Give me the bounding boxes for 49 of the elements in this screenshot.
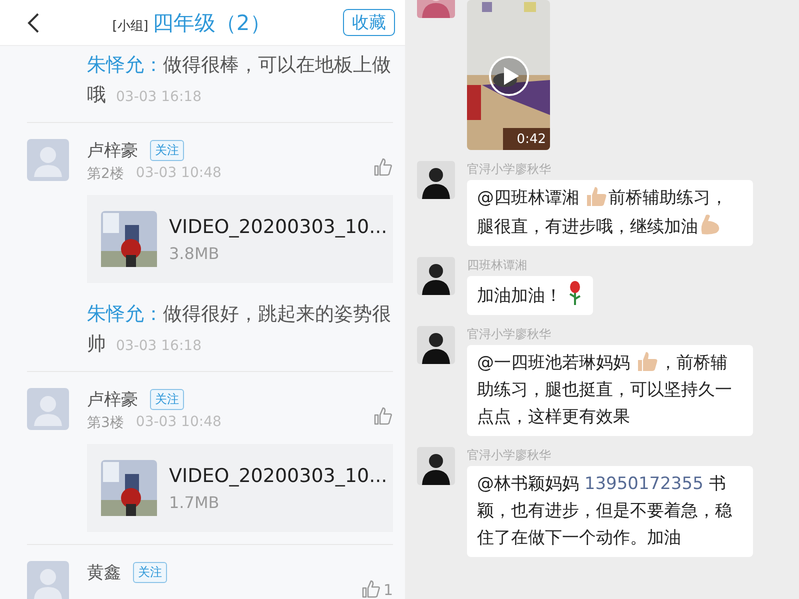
reply-text: 朱怿允：做得很好，跳起来的姿势很帅 03-03 16:18: [87, 302, 392, 357]
play-icon[interactable]: [488, 55, 530, 97]
user-name[interactable]: 卢梓豪: [87, 388, 138, 411]
file-name: VIDEO_20200303_10...: [169, 216, 388, 238]
message-bubble: @四班林谭湘 前桥辅助练习，腿很直，有进步哦，继续加油: [467, 180, 753, 246]
avatar-icon[interactable]: [417, 257, 455, 295]
file-name: VIDEO_20200303_10...: [169, 464, 388, 486]
user-name[interactable]: 卢梓豪: [87, 139, 138, 162]
video-attachment[interactable]: VIDEO_20200303_10... 3.8MB: [87, 195, 393, 283]
post-time: 03-03 10:48: [136, 414, 222, 432]
reply-author[interactable]: 朱怿允：: [87, 54, 163, 76]
floor-number: 第3楼: [87, 414, 124, 432]
avatar-icon[interactable]: [417, 326, 455, 364]
phone-link[interactable]: 13950172355: [584, 474, 704, 494]
sender-name: 官浔小学廖秋华: [467, 161, 552, 178]
avatar-icon[interactable]: [417, 447, 455, 485]
file-size: 3.8MB: [169, 244, 220, 262]
follow-button[interactable]: 关注: [150, 140, 184, 161]
favorite-button[interactable]: 收藏: [343, 9, 395, 36]
avatar-icon[interactable]: [417, 161, 455, 199]
message-bubble: 加油加油！: [467, 276, 594, 315]
group-title: 四年级（2）: [152, 10, 271, 36]
post-time: 03-03 10:48: [136, 165, 222, 183]
message-bubble: @一四班池若琳妈妈 ，前桥辅助练习，腿也挺直，可以坚持久一点点，这样更有效果: [467, 345, 753, 436]
reply-author[interactable]: 朱怿允：: [87, 303, 163, 325]
follow-button[interactable]: 关注: [133, 562, 167, 583]
rose-icon: [567, 281, 584, 305]
floor-number: 第2楼: [87, 165, 124, 183]
reply-time: 03-03 16:18: [116, 89, 202, 105]
video-duration: 0:42: [516, 132, 546, 147]
group-tag: [小组]: [112, 16, 148, 34]
reply-text: 朱怿允：做得很棒，可以在地板上做哦 03-03 16:18: [87, 53, 392, 108]
file-size: 1.7MB: [169, 492, 220, 512]
like-icon[interactable]: [373, 157, 393, 177]
video-message[interactable]: 0:42: [467, 0, 550, 150]
video-attachment[interactable]: VIDEO_20200303_10... 1.7MB: [87, 444, 393, 532]
reply-time: 03-03 16:18: [116, 338, 202, 354]
thumbs-up-icon: [635, 350, 660, 372]
like-icon[interactable]: [361, 579, 382, 599]
sender-name: 官浔小学廖秋华: [467, 447, 552, 464]
back-icon[interactable]: [26, 12, 40, 34]
user-name[interactable]: 黄鑫: [87, 561, 121, 584]
message-bubble: @林书颖妈妈 13950172355 书颖，也有进步，但是不要着急，稳住了在做下一个动作。加油: [467, 466, 753, 557]
like-icon[interactable]: [373, 406, 393, 426]
follow-button[interactable]: 关注: [150, 389, 184, 410]
sender-name: 四班林谭湘: [467, 257, 528, 274]
like-count: 1: [383, 581, 393, 599]
sender-name: 官浔小学廖秋华: [467, 326, 552, 343]
thumbs-up-icon: [584, 185, 608, 207]
